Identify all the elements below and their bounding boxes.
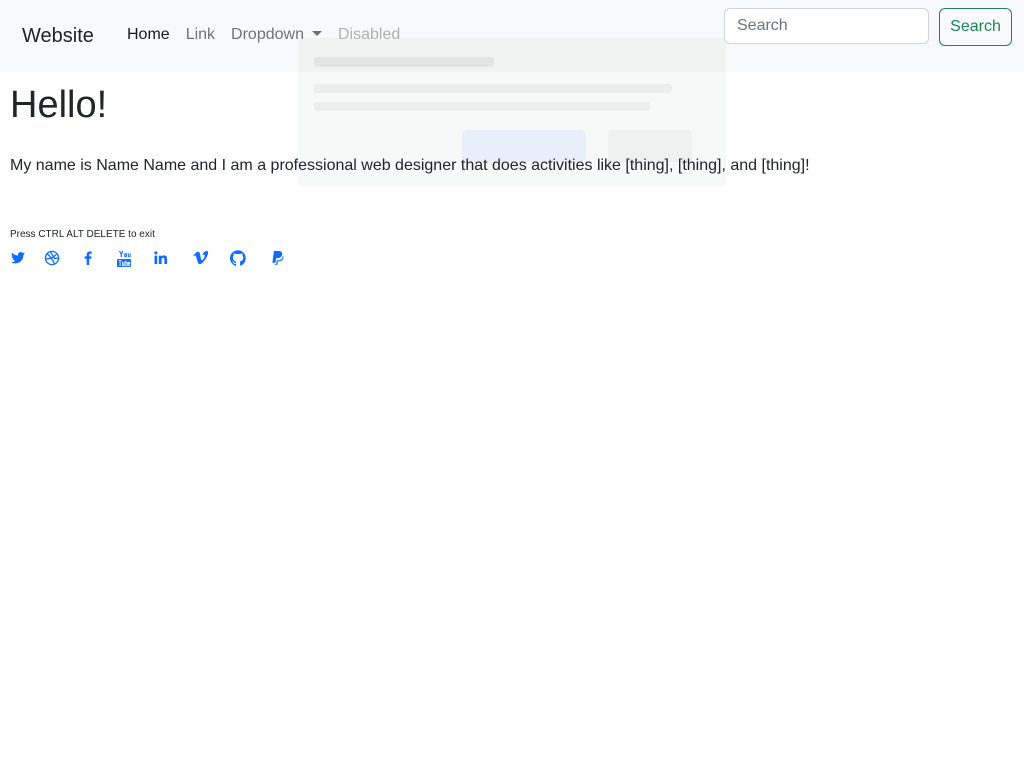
github-icon[interactable]: [230, 250, 246, 268]
paypal-icon[interactable]: [269, 250, 285, 268]
twitter-icon[interactable]: [10, 250, 26, 268]
youtube-icon[interactable]: [116, 250, 132, 268]
page-heading: Hello!: [10, 84, 108, 126]
nav-link-link[interactable]: Link: [186, 25, 215, 45]
facebook-icon[interactable]: [80, 250, 96, 268]
dialog-message-line: [314, 84, 672, 93]
search-input[interactable]: [724, 8, 929, 44]
linkedin-icon[interactable]: [153, 250, 169, 268]
dialog-title: [314, 57, 494, 67]
intro-text: My name is Name Name and I am a professi…: [10, 157, 810, 174]
dialog-message-line: [314, 102, 650, 111]
caret-down-icon: [311, 31, 322, 36]
exit-note: Press CTRL ALT DELETE to exit: [10, 229, 155, 240]
vimeo-icon[interactable]: [192, 250, 208, 268]
nav-dropdown-label: Dropdown: [231, 26, 304, 43]
search-button[interactable]: Search: [939, 8, 1012, 46]
nav-link-home[interactable]: Home: [127, 25, 170, 45]
dribbble-icon[interactable]: [44, 250, 60, 268]
navbar-brand[interactable]: Website: [22, 24, 94, 48]
